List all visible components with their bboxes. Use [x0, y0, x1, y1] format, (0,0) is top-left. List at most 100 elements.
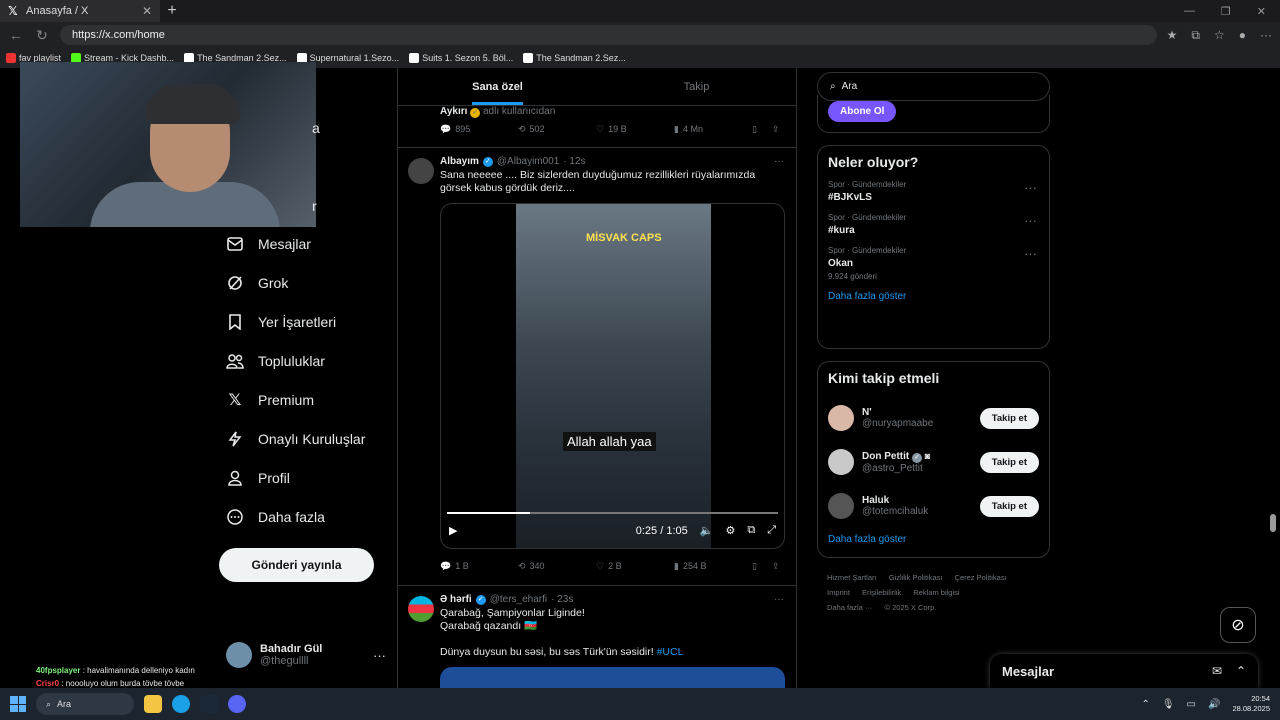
sidebar-item-messages[interactable]: Mesajlar	[218, 224, 398, 263]
close-window-button[interactable]: ✕	[1257, 5, 1266, 18]
trend-item[interactable]: Spor · Gündemdekiler Okan 9.924 gönderi …	[828, 246, 1039, 281]
follow-button[interactable]: Takip et	[979, 451, 1039, 473]
sidebar-item-more[interactable]: Daha fazla	[218, 497, 398, 536]
footer-link[interactable]: Daha fazla ···	[827, 603, 872, 612]
avatar[interactable]	[408, 158, 434, 184]
play-icon[interactable]: ▶	[449, 524, 457, 537]
share-button[interactable]: ⇪	[772, 124, 780, 135]
more-icon[interactable]: ···	[1024, 213, 1037, 228]
sidebar-item-grok[interactable]: Grok	[218, 263, 398, 302]
subscribe-button[interactable]: Abone Ol	[828, 101, 897, 122]
hashtag-link[interactable]: #UCL	[657, 646, 684, 658]
sidebar-item-bookmarks[interactable]: Yer İşaretleri	[218, 302, 398, 341]
clock[interactable]: 20:54 28.08.2025	[1232, 694, 1270, 714]
footer-link[interactable]: Reklam bilgisi	[913, 588, 959, 597]
author-handle[interactable]: @ters_eharfi	[490, 594, 547, 605]
new-tab-button[interactable]: +	[160, 2, 184, 20]
more-icon[interactable]: ···	[373, 648, 386, 663]
reload-button[interactable]: ↻	[34, 27, 50, 44]
author-name[interactable]: Albayım	[440, 156, 479, 167]
footer-link[interactable]: Hizmet Şartları	[827, 573, 877, 582]
discord-icon[interactable]	[228, 695, 246, 713]
repost-button[interactable]: ⟲ 340	[518, 561, 596, 572]
sidebar-item-communities[interactable]: Topluluklar	[218, 341, 398, 380]
reply-button[interactable]: 💬 1 B	[440, 561, 518, 572]
menu-icon[interactable]: ···	[1260, 28, 1272, 43]
video-player[interactable]: MİSVAK CAPS Allah allah yaa ▶ 0:25 / 1:0…	[440, 203, 785, 549]
steam-icon[interactable]	[200, 695, 218, 713]
sidebar-item-premium[interactable]: 𝕏 Premium	[218, 380, 398, 419]
footer-link[interactable]: Gizlilik Politikası	[889, 573, 943, 582]
account-switcher[interactable]: Bahadır Gül @thegullll ···	[226, 642, 386, 668]
show-more-link[interactable]: Daha fazla göster	[828, 291, 1039, 302]
author-handle[interactable]: @Albayim001	[497, 156, 559, 167]
avatar[interactable]	[828, 493, 854, 519]
footer-link[interactable]: Çerez Politikası	[955, 573, 1007, 582]
bookmark-button[interactable]: ▯	[752, 124, 772, 135]
more-icon[interactable]: ···	[1024, 246, 1037, 261]
trend-item[interactable]: Spor · Gündemdekiler #BJKvLS ···	[828, 180, 1039, 203]
footer-link[interactable]: Erişilebilirlik	[862, 588, 901, 597]
more-icon[interactable]: ···	[774, 594, 784, 605]
chevron-up-icon[interactable]: ⌃	[1141, 699, 1149, 710]
tab-for-you[interactable]: Sana özel	[398, 68, 597, 105]
profile-icon[interactable]: ●	[1239, 28, 1246, 43]
author-name[interactable]: Ə hərfi	[440, 594, 472, 605]
views-button[interactable]: ▮ 4 Mn	[674, 124, 752, 135]
pip-icon[interactable]: ⧉	[747, 524, 755, 537]
windows-start-icon[interactable]	[10, 696, 26, 712]
like-button[interactable]: ♡ 19 B	[596, 124, 674, 135]
video-progress-bar[interactable]	[447, 512, 778, 514]
messages-drawer[interactable]: Mesajlar ✉ ⌃	[990, 654, 1258, 688]
microphone-icon[interactable]: 🎙	[1162, 699, 1175, 710]
footer-link[interactable]: Imprint	[827, 588, 850, 597]
show-more-link[interactable]: Daha fazla göster	[828, 534, 1039, 545]
edge-icon[interactable]	[172, 695, 190, 713]
follow-suggestion[interactable]: Haluk @totemcihaluk Takip et	[828, 484, 1039, 528]
scrollbar-thumb[interactable]	[1270, 514, 1276, 532]
taskbar-search[interactable]: ⌕ Ara	[36, 693, 134, 715]
bookmark-item[interactable]: Suits 1. Sezon 5. Böl...	[409, 53, 513, 64]
restore-button[interactable]: ❐	[1221, 5, 1231, 18]
grok-button[interactable]: ⊘	[1220, 607, 1256, 643]
favorites-icon[interactable]: ☆	[1214, 28, 1225, 43]
minimize-button[interactable]: —	[1184, 5, 1195, 18]
settings-icon[interactable]: ⚙	[725, 524, 735, 537]
more-icon[interactable]: ···	[774, 156, 784, 167]
tab-following[interactable]: Takip	[597, 68, 796, 105]
fullscreen-icon[interactable]: ⤢	[767, 524, 776, 537]
network-icon[interactable]: ▭	[1187, 699, 1196, 710]
chevron-up-icon[interactable]: ⌃	[1236, 664, 1246, 678]
more-icon[interactable]: ···	[1024, 180, 1037, 195]
favorite-icon[interactable]: ★	[1167, 28, 1178, 43]
bookmark-button[interactable]: ▯	[752, 561, 772, 572]
avatar[interactable]	[408, 596, 434, 622]
share-button[interactable]: ⇪	[772, 561, 780, 572]
close-icon[interactable]: ✕	[142, 4, 152, 18]
volume-icon[interactable]: 🔈	[700, 524, 714, 537]
tweet[interactable]: Ə hərfi ✓ @ters_eharfi · 23s ··· Qarabağ…	[398, 586, 796, 688]
avatar[interactable]	[828, 449, 854, 475]
follow-suggestion[interactable]: Don Pettit ✓ ◙ @astro_Pettit Takip et	[828, 440, 1039, 484]
follow-button[interactable]: Takip et	[979, 495, 1039, 517]
address-bar[interactable]: https://x.com/home	[60, 25, 1157, 45]
back-button[interactable]: ←	[8, 27, 24, 43]
like-button[interactable]: ♡ 2 B	[596, 561, 674, 572]
trend-item[interactable]: Spor · Gündemdekiler #kura ···	[828, 213, 1039, 236]
extensions-icon[interactable]: ⧉	[1191, 28, 1200, 43]
page-scrollbar[interactable]	[1270, 70, 1278, 686]
browser-tab[interactable]: 𝕏 Anasayfa / X ✕	[0, 0, 160, 22]
follow-button[interactable]: Takip et	[979, 407, 1039, 429]
post-button[interactable]: Gönderi yayınla	[219, 548, 374, 582]
tweet-media[interactable]	[440, 667, 785, 688]
avatar[interactable]	[828, 405, 854, 431]
views-button[interactable]: ▮ 254 B	[674, 561, 752, 572]
reply-button[interactable]: 💬 895	[440, 124, 518, 135]
bookmark-item[interactable]: The Sandman 2.Sez...	[523, 53, 626, 64]
new-message-icon[interactable]: ✉	[1212, 664, 1222, 678]
sidebar-item-profile[interactable]: Profil	[218, 458, 398, 497]
sidebar-item-verified-orgs[interactable]: Onaylı Kuruluşlar	[218, 419, 398, 458]
speaker-icon[interactable]: 🔊	[1208, 699, 1220, 710]
file-explorer-icon[interactable]	[144, 695, 162, 713]
tweet[interactable]: Albayım ✓ @Albayim001 · 12s ··· Sana nee…	[398, 148, 796, 586]
